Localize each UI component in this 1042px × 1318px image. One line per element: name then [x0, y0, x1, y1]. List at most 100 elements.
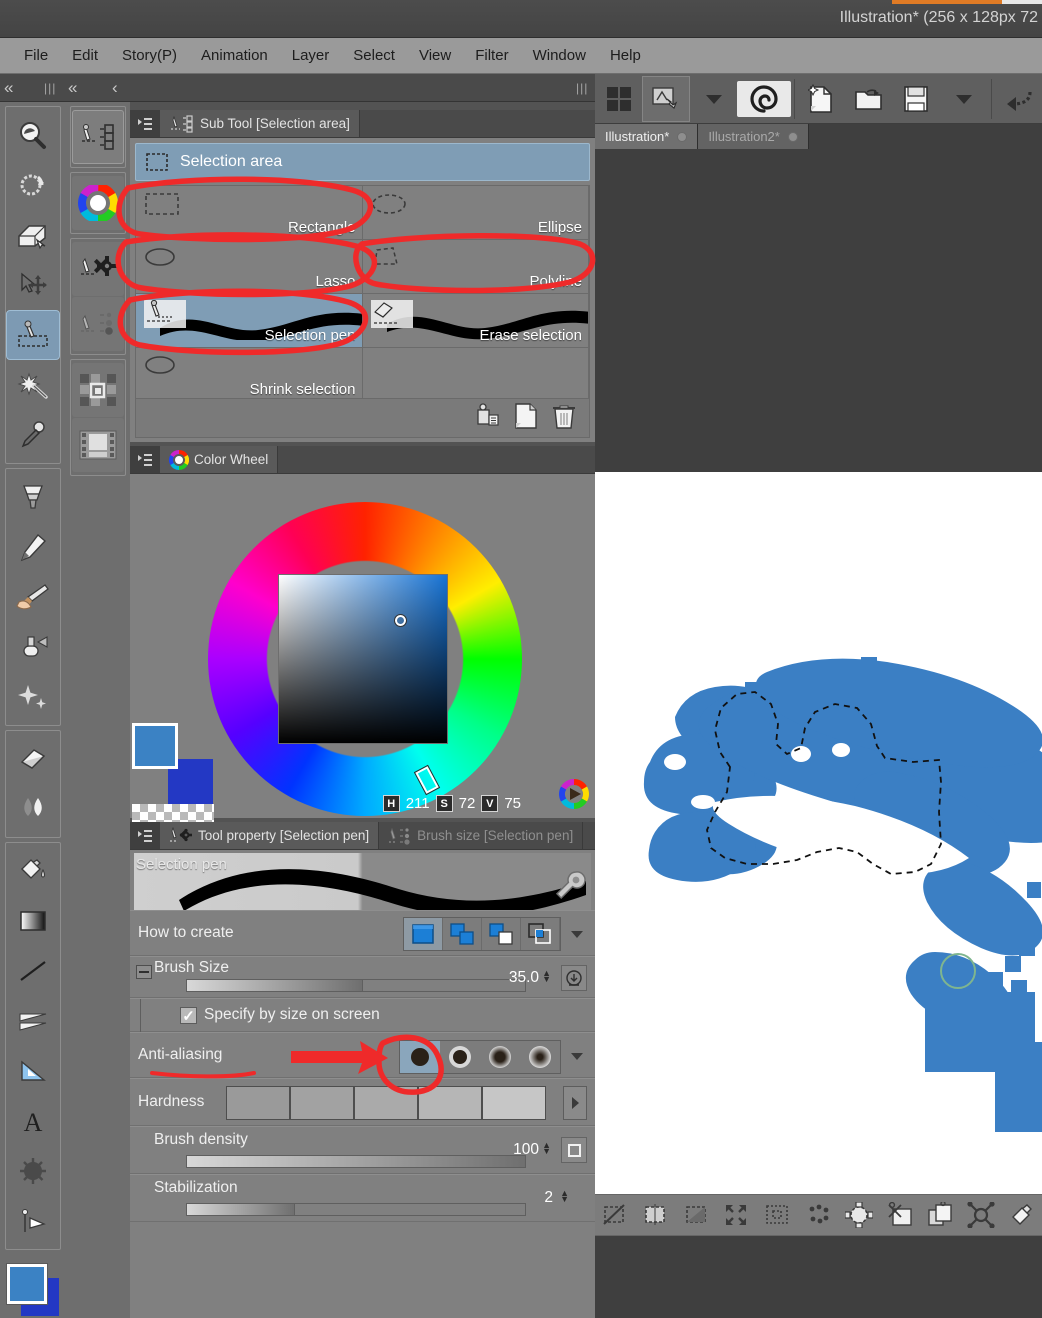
stabilization-slider[interactable]: [186, 1203, 526, 1216]
subtract-selection-mode[interactable]: [482, 918, 521, 950]
material-palette-icon[interactable]: [72, 363, 124, 417]
menu-item-window[interactable]: Window: [521, 43, 598, 68]
create-selection-mode[interactable]: [404, 918, 443, 950]
canvas-paper[interactable]: [595, 472, 1042, 1236]
tab-tool-property[interactable]: Tool property [Selection pen]: [160, 822, 380, 849]
brush-size-pressure-icon[interactable]: [561, 965, 587, 991]
menu-item-view[interactable]: View: [407, 43, 463, 68]
sub-tool-polyline[interactable]: Polyline: [362, 240, 589, 294]
sub-tool-selection-pen[interactable]: Selection pen: [136, 294, 363, 348]
paint-bucket-tool[interactable]: [6, 846, 60, 896]
anti-aliasing-high-option[interactable]: [520, 1041, 560, 1073]
decoration-tool[interactable]: [6, 672, 60, 722]
close-icon[interactable]: [677, 131, 688, 142]
new-file-icon[interactable]: [798, 76, 845, 122]
menu-item-animation[interactable]: Animation: [189, 43, 280, 68]
color-wheel-palette-icon[interactable]: [72, 176, 124, 230]
deselect-icon[interactable]: [595, 1194, 636, 1236]
shrink-selection-icon[interactable]: [758, 1194, 799, 1236]
brush-size-slider[interactable]: [186, 979, 526, 992]
right-dock-grip[interactable]: |||: [576, 74, 588, 102]
expand-selection-icon[interactable]: [717, 1194, 758, 1236]
sub-tool-erase-selection[interactable]: Erase selection: [362, 294, 589, 348]
brush-density-value[interactable]: 100: [513, 1141, 539, 1159]
tool-property-palette-icon[interactable]: [72, 242, 124, 296]
frame-border-tool[interactable]: [6, 1196, 60, 1246]
color-wheel-menu-icon[interactable]: [130, 446, 160, 473]
grid-view-icon[interactable]: [595, 76, 642, 122]
how-to-create-dropdown-icon[interactable]: [571, 931, 583, 938]
open-file-icon[interactable]: [845, 76, 892, 122]
brush-size-stepper[interactable]: ▲ ▼: [542, 969, 551, 984]
brush-size-palette-icon[interactable]: [72, 297, 124, 351]
fill-gradient-tool[interactable]: [6, 472, 60, 522]
saturation-value-square[interactable]: [278, 574, 448, 744]
document-tab-illustration[interactable]: Illustration*: [595, 124, 699, 149]
sub-tool-ellipse[interactable]: Ellipse: [362, 186, 589, 240]
move-tool[interactable]: [6, 210, 60, 260]
stabilization-value[interactable]: 2: [544, 1189, 553, 1207]
scale-rotate-icon[interactable]: [961, 1194, 1002, 1236]
tab-color-wheel[interactable]: Color Wheel: [160, 446, 279, 473]
menu-item-story[interactable]: Story(P): [110, 43, 189, 68]
document-tab-illustration2[interactable]: Illustration2*: [698, 124, 809, 149]
color-wheel-settings-icon[interactable]: [559, 779, 589, 814]
rotate-tool[interactable]: [6, 160, 60, 210]
ruler-tool[interactable]: [6, 1046, 60, 1096]
menu-item-layer[interactable]: Layer: [280, 43, 342, 68]
text-tool[interactable]: A: [6, 1096, 60, 1146]
add-selection-mode[interactable]: [443, 918, 482, 950]
brush-density-pressure-icon[interactable]: [561, 1137, 587, 1163]
tool-switch-icon[interactable]: [642, 75, 690, 122]
undo-icon[interactable]: [995, 76, 1042, 122]
menu-item-file[interactable]: File: [12, 43, 60, 68]
eraser-tool[interactable]: [6, 734, 60, 784]
tool-property-menu-icon[interactable]: [130, 822, 160, 849]
sub-tool-group-header[interactable]: Selection area: [135, 143, 590, 181]
balloon-tool[interactable]: [6, 1146, 60, 1196]
chevron-down-icon-2[interactable]: [940, 76, 987, 122]
timeline-palette-icon[interactable]: [72, 418, 124, 472]
magic-wand-tool[interactable]: [6, 360, 60, 410]
collapse-palette-column-button[interactable]: «: [68, 74, 77, 102]
hardness-more-button[interactable]: [563, 1086, 587, 1120]
brush-density-stepper[interactable]: ▲ ▼: [542, 1141, 551, 1156]
sv-cursor-icon[interactable]: [394, 614, 407, 627]
fill-selection-icon[interactable]: [1001, 1194, 1042, 1236]
collapse-left-toolbar-button[interactable]: «: [4, 74, 13, 102]
hardness-swatch-4[interactable]: [418, 1086, 482, 1120]
anti-aliasing-none-option[interactable]: [400, 1041, 440, 1073]
menu-item-filter[interactable]: Filter: [463, 43, 520, 68]
delete-sub-tool-icon[interactable]: [551, 402, 577, 435]
sub-tool-menu-icon[interactable]: [130, 110, 160, 137]
brush-size-expand-icon[interactable]: [136, 965, 152, 979]
clip-studio-logo-icon[interactable]: [737, 80, 791, 117]
select-all-icon[interactable]: [636, 1194, 677, 1236]
intersect-selection-mode[interactable]: [521, 918, 560, 950]
color-wheel-foreground-chip[interactable]: [132, 723, 178, 769]
airbrush-tool[interactable]: [6, 622, 60, 672]
gradient-tool[interactable]: [6, 896, 60, 946]
tab-sub-tool[interactable]: Sub Tool [Selection area]: [160, 110, 360, 137]
collapse-panel-button[interactable]: ‹: [112, 74, 118, 102]
tool-settings-wrench-icon[interactable]: [553, 869, 587, 908]
chevron-down-icon[interactable]: [690, 76, 737, 122]
magnifier-tool[interactable]: [6, 110, 60, 160]
sub-tool-lasso[interactable]: Lasso: [136, 240, 363, 294]
brush-tool[interactable]: [6, 572, 60, 622]
anti-aliasing-low-option[interactable]: [440, 1041, 480, 1073]
stabilization-stepper[interactable]: ▲ ▼: [560, 1189, 569, 1204]
tab-brush-size[interactable]: Brush size [Selection pen]: [379, 822, 584, 849]
brush-density-slider[interactable]: [186, 1155, 526, 1168]
tool-color-chips[interactable]: [5, 1260, 61, 1318]
invert-selection-icon[interactable]: [676, 1194, 717, 1236]
copy-paste-icon[interactable]: [920, 1194, 961, 1236]
blur-selection-icon[interactable]: [839, 1194, 880, 1236]
anti-aliasing-dropdown-icon[interactable]: [571, 1053, 583, 1060]
hardness-swatch-1[interactable]: [226, 1086, 290, 1120]
brush-size-value[interactable]: 35.0: [509, 969, 539, 987]
dots-icon[interactable]: [798, 1194, 839, 1236]
menu-item-edit[interactable]: Edit: [60, 43, 110, 68]
blend-tool[interactable]: [6, 784, 60, 834]
create-sub-tool-icon[interactable]: [513, 402, 539, 435]
